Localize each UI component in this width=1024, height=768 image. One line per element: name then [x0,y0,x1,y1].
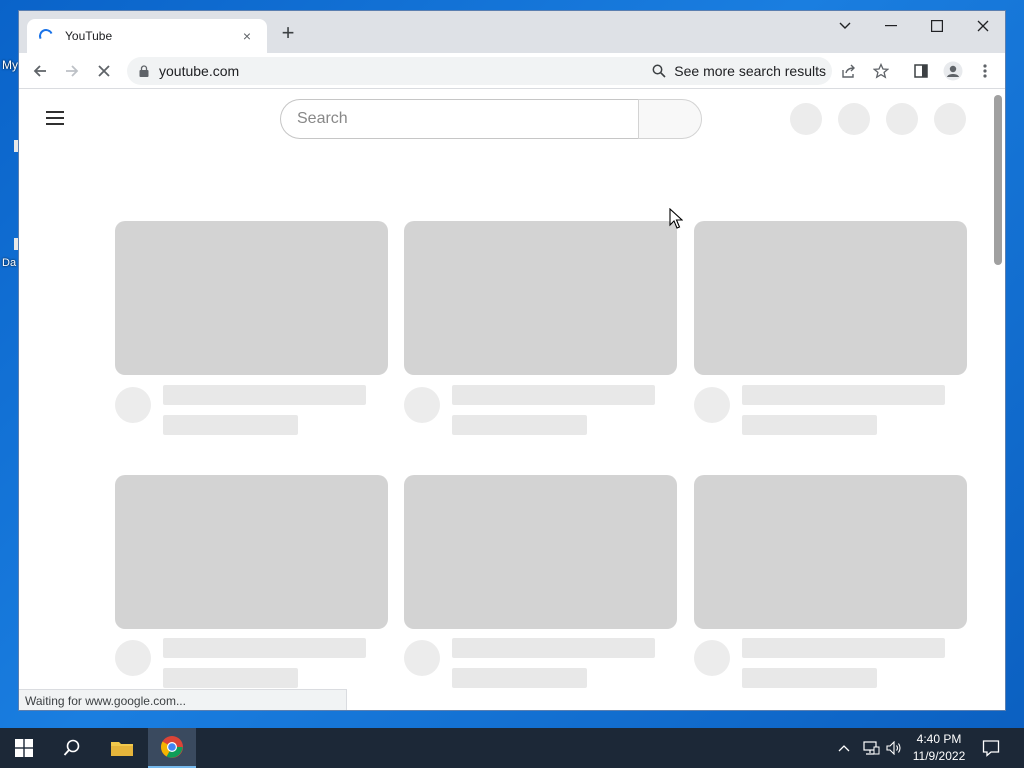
title-line-skeleton [452,385,655,405]
arrow-right-icon [66,65,79,77]
scrollbar-thumb[interactable] [994,95,1002,265]
see-more-search-results[interactable]: See more search results [652,63,832,79]
title-line-skeleton [742,638,945,658]
youtube-search-button[interactable] [638,99,702,139]
meta-line-skeleton [742,668,877,688]
youtube-page: Search Waiting for www.google.com... [19,89,1005,710]
forward-button[interactable] [60,59,84,83]
video-thumbnail-skeleton [404,221,677,375]
tab-title: YouTube [65,29,113,43]
channel-avatar-skeleton [404,640,440,676]
tab-youtube[interactable]: YouTube × [27,19,267,53]
tab-close-icon[interactable]: × [239,28,255,44]
status-bar: Waiting for www.google.com... [19,689,347,710]
search-icon [652,64,666,78]
meta-line-skeleton [163,415,298,435]
video-thumbnail-skeleton [115,221,388,375]
channel-avatar-skeleton [404,387,440,423]
mouse-cursor-icon [669,208,683,229]
address-bar[interactable]: youtube.com See more search results [127,57,832,85]
title-line-skeleton [742,385,945,405]
stop-icon [98,65,110,77]
video-thumbnail-skeleton [694,221,967,375]
loading-spinner-icon [37,27,55,45]
title-line-skeleton [163,385,366,405]
meta-line-skeleton [742,415,877,435]
profile-button[interactable] [941,59,965,83]
header-placeholder-icon [838,103,870,135]
desktop-icon-label[interactable]: My [2,58,18,72]
close-button[interactable] [960,11,1005,41]
video-thumbnail-skeleton [694,475,967,629]
meta-line-skeleton [452,668,587,688]
clock-time: 4:40 PM [916,732,962,746]
profile-icon [943,61,963,81]
video-thumbnail-skeleton [404,475,677,629]
title-line-skeleton [452,638,655,658]
action-center-button[interactable] [982,728,1000,768]
stop-loading-button[interactable] [92,59,116,83]
network-icon[interactable] [862,728,880,768]
show-hidden-icons-button[interactable] [838,728,850,768]
clock-date: 11/9/2022 [912,749,966,763]
side-panel-icon [914,64,928,78]
share-button[interactable] [837,59,861,83]
see-more-search-results-label: See more search results [674,63,826,79]
taskbar: 4:40 PM 11/9/2022 [0,728,1024,768]
speaker-icon [886,741,901,755]
channel-avatar-skeleton [115,387,151,423]
network-icon [863,741,880,755]
windows-logo-icon [15,739,33,757]
star-icon [873,63,889,79]
header-placeholder-icon [886,103,918,135]
maximize-button[interactable] [914,11,960,41]
minimize-button[interactable] [868,11,914,41]
meta-line-skeleton [452,415,587,435]
minimize-icon [885,25,897,27]
search-icon [63,739,80,756]
chrome-taskbar-button[interactable] [148,728,196,768]
youtube-search-input[interactable]: Search [280,99,638,139]
maximize-icon [931,20,943,32]
start-button[interactable] [0,728,48,768]
hamburger-menu-icon[interactable] [46,111,64,129]
browser-window: YouTube × + youtube.com See more search … [18,10,1006,711]
arrow-left-icon [33,65,46,77]
bookmark-button[interactable] [869,59,893,83]
header-placeholder-icon [790,103,822,135]
menu-button[interactable] [973,59,997,83]
more-vert-icon [983,64,987,78]
file-explorer-button[interactable] [98,728,146,768]
channel-avatar-skeleton [694,387,730,423]
folder-icon [111,742,133,756]
volume-icon[interactable] [886,728,902,768]
taskbar-clock[interactable]: 4:40 PM 11/9/2022 [906,731,972,765]
lock-icon [139,65,149,77]
title-line-skeleton [163,638,366,658]
side-panel-button[interactable] [909,59,933,83]
browser-toolbar: youtube.com See more search results [19,53,1005,89]
video-thumbnail-skeleton [115,475,388,629]
close-icon [977,20,989,32]
chevron-down-icon [839,22,851,29]
scrollbar[interactable] [991,89,1005,710]
meta-line-skeleton [163,668,298,688]
taskbar-search-button[interactable] [48,728,96,768]
back-button[interactable] [28,59,52,83]
share-icon [842,64,855,78]
new-tab-button[interactable]: + [277,22,299,45]
url-text[interactable]: youtube.com [159,63,652,79]
channel-avatar-skeleton [115,640,151,676]
channel-avatar-skeleton [694,640,730,676]
chevron-up-icon [838,745,850,752]
notification-icon [982,740,1000,757]
header-placeholder-icon [934,103,966,135]
tab-search-button[interactable] [822,11,868,41]
desktop-icon-label[interactable]: Da [2,257,16,269]
title-bar: YouTube × + [19,11,1005,53]
chrome-icon [161,736,183,758]
